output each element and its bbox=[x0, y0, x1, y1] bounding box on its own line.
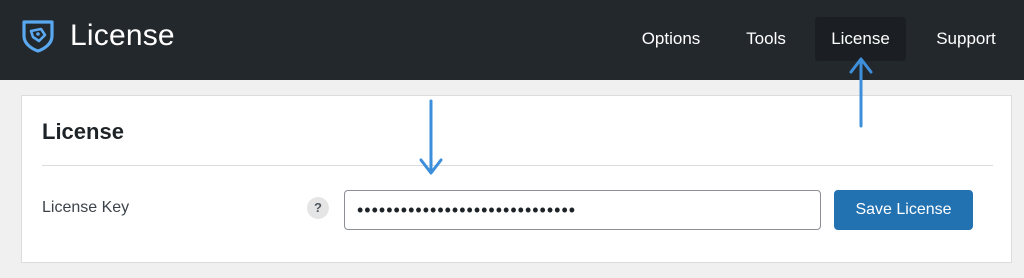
page: License Options Tools License Support Li… bbox=[0, 0, 1024, 278]
annotation-arrow-down-icon bbox=[419, 99, 443, 175]
nav-tools[interactable]: Tools bbox=[733, 17, 799, 61]
license-key-input[interactable] bbox=[344, 190, 821, 230]
help-icon[interactable]: ? bbox=[307, 197, 329, 219]
divider bbox=[42, 165, 993, 166]
save-license-button[interactable]: Save License bbox=[834, 190, 973, 230]
license-key-label: License Key bbox=[42, 199, 130, 216]
nav-options[interactable]: Options bbox=[627, 17, 715, 61]
card-title: License bbox=[42, 119, 124, 144]
annotation-arrow-up-icon bbox=[849, 57, 873, 128]
nav-support[interactable]: Support bbox=[922, 17, 1010, 61]
